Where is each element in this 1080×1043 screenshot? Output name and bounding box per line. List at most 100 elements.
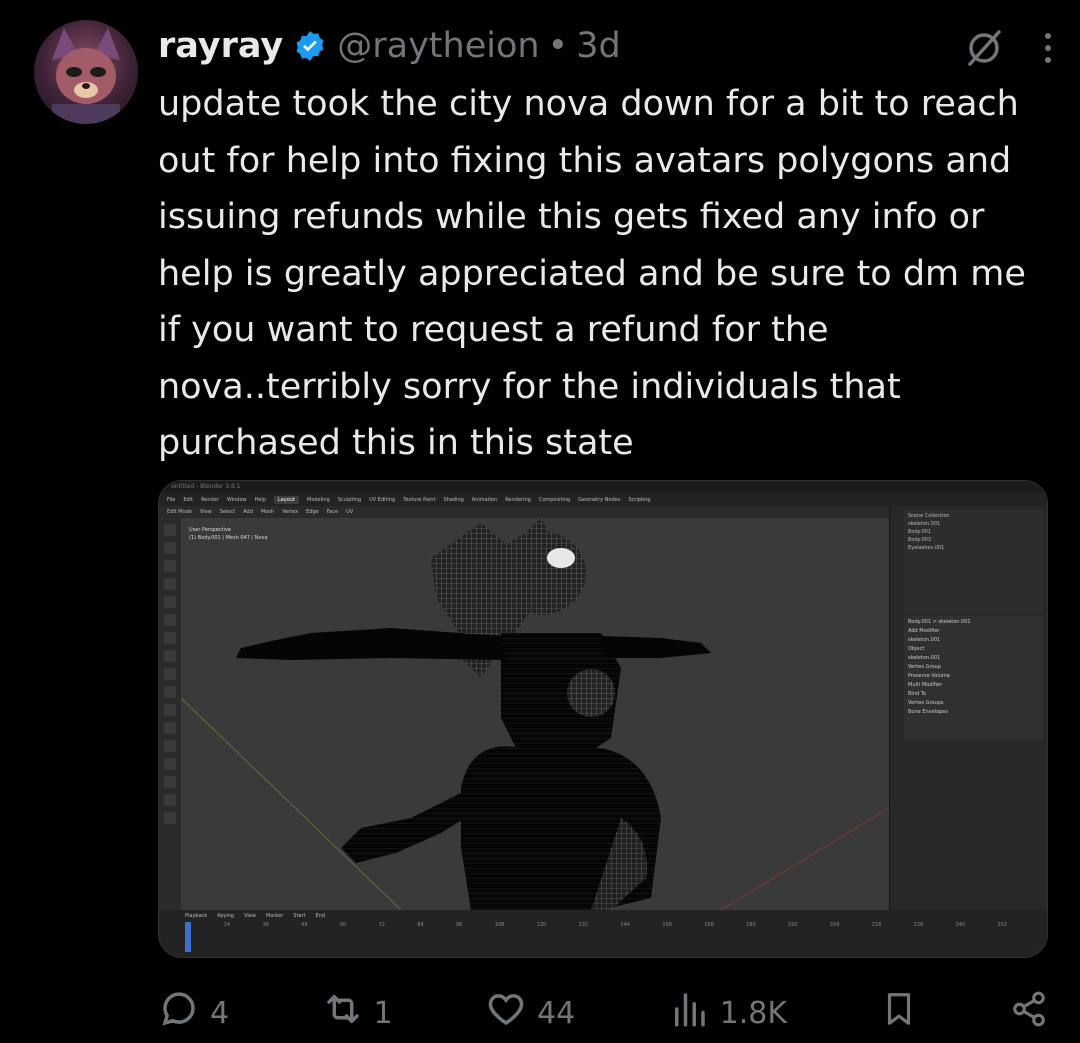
views-count: 1.8K [719,995,788,1031]
timeline-tick: 24 [223,922,231,928]
outliner-item: Eyelashes.001 [908,545,945,551]
modifier-name: skeleton.001 [908,637,941,643]
timeline-tick: 180 [746,922,756,928]
bookmark-button[interactable] [880,990,918,1036]
timeline-tick: 192 [787,922,798,928]
timeline-tick: 204 [829,922,840,928]
properties-panel: Scene Collection skeleton.001 Body.001 B… [889,506,1047,910]
workspace-tab: Geometry Nodes [578,496,621,503]
viewport-sublabel: (1) Body.001 | Mesh 047 / Nova [189,535,268,541]
mode-select: Edit Mode [167,509,192,515]
timeline-tick: 48 [301,922,308,928]
reply-count: 4 [210,995,230,1031]
post-time[interactable]: 3d [576,26,621,66]
workspace-tab: Compositing [538,496,571,503]
bevel-tool-icon [164,704,176,716]
timeline-tick: 72 [378,922,385,928]
props-path: Body.001 > skeleton.001 [908,619,971,625]
menu-help: Help [254,496,266,503]
viewport-menu: View [199,509,212,515]
avatar-model-render [181,518,889,910]
smooth-tool-icon [164,794,176,806]
spin-tool-icon [164,776,176,788]
separator: • [547,26,569,66]
author-name[interactable]: rayray [158,26,283,66]
timeline-start: Start [293,913,306,919]
outliner-item: Body.001 [908,529,932,535]
timeline-tick: 168 [704,922,714,928]
transform-tool-icon [164,614,176,626]
timeline-tick: 84 [417,922,424,928]
repost-button[interactable]: 1 [322,988,393,1038]
more-icon[interactable] [1042,28,1054,68]
timeline-tick: 108 [494,922,505,928]
workspace-tab: Texture Paint [403,496,436,503]
repost-icon [322,988,364,1038]
workspace-tab: Scripting [628,496,651,503]
views-icon [668,988,710,1038]
tool-shelf [159,518,181,910]
bookmark-icon [880,990,918,1036]
select-tool-icon [164,524,176,536]
modifier-field: Vertex Groups [908,700,944,706]
modifier-properties: Body.001 > skeleton.001 Add Modifier ske… [904,616,1043,740]
timeline-tick: 96 [456,922,463,928]
grok-icon[interactable] [964,28,1004,68]
add-modifier-button: Add Modifier [908,628,940,634]
repost-count: 1 [373,995,393,1031]
viewport-menu: Face [326,509,339,515]
timeline-tick: 216 [871,922,882,928]
knife-tool-icon [164,740,176,752]
outliner-item: Scene Collection [908,513,950,519]
cursor-tool-icon [164,542,176,554]
timeline-tick: 120 [536,922,547,928]
workspace-tab: Animation [471,496,498,503]
timeline-tick: 144 [620,922,630,928]
menu-edit: Edit [183,496,194,503]
avatar[interactable] [34,20,138,124]
scale-tool-icon [164,596,176,608]
timeline-end: End [315,913,326,919]
viewport-info: User Perspective (1) Body.001 | Mesh 047… [189,526,268,542]
measure-tool-icon [164,650,176,662]
viewport-menu: Edge [306,509,319,515]
reply-button[interactable]: 4 [158,988,229,1038]
viewport-label: User Perspective [189,527,231,533]
outliner-item: Body.003 [908,537,932,543]
timeline-tick: 60 [339,922,347,928]
timeline-tick: 228 [913,922,924,928]
workspace-tab: Shading [443,496,464,503]
views-button[interactable]: 1.8K [668,988,787,1038]
timeline-ruler: 12 24 36 48 60 72 84 96 108 120 132 144 … [159,922,1047,932]
viewport-menu: Vertex [282,509,299,515]
timeline-tick: 156 [662,922,672,928]
3d-viewport: User Perspective (1) Body.001 | Mesh 047… [181,518,889,910]
rotate-tool-icon [164,578,176,590]
timeline-tick: 36 [262,922,269,928]
outliner: Scene Collection skeleton.001 Body.001 B… [904,510,1043,614]
shear-tool-icon [164,812,176,824]
workspace-tab: Sculpting [337,496,362,503]
workspace-tab: UV Editing [369,496,396,503]
workspace-tab: Modeling [307,496,330,503]
move-tool-icon [164,560,176,572]
share-button[interactable] [1010,990,1048,1036]
modifier-field: Multi Modifier [908,682,943,688]
timeline-tick: 252 [997,922,1007,928]
inset-tool-icon [164,686,176,698]
timeline: Playback Keying View Marker Start End 12… [159,910,1047,957]
extrude-tool-icon [164,668,176,680]
post-text: update took the city nova down for a bit… [158,84,1026,463]
workspace-tab-active: Layout [274,495,299,504]
like-icon [485,988,527,1038]
menu-window: Window [226,496,247,503]
action-bar: 4 1 44 1.8K [158,990,1048,1036]
post-media-image[interactable]: untitled - Blender 3.6.1 File Edit Rende… [158,480,1048,958]
verified-badge-icon [293,29,327,63]
modifier-field: Vertex Group [908,664,941,670]
timeline-menu: Keying [217,913,235,919]
author-handle[interactable]: @raytheion [337,26,539,66]
like-button[interactable]: 44 [485,988,575,1038]
post-header: rayray @raytheion • 3d [158,22,1060,70]
outliner-item: skeleton.001 [908,521,941,527]
